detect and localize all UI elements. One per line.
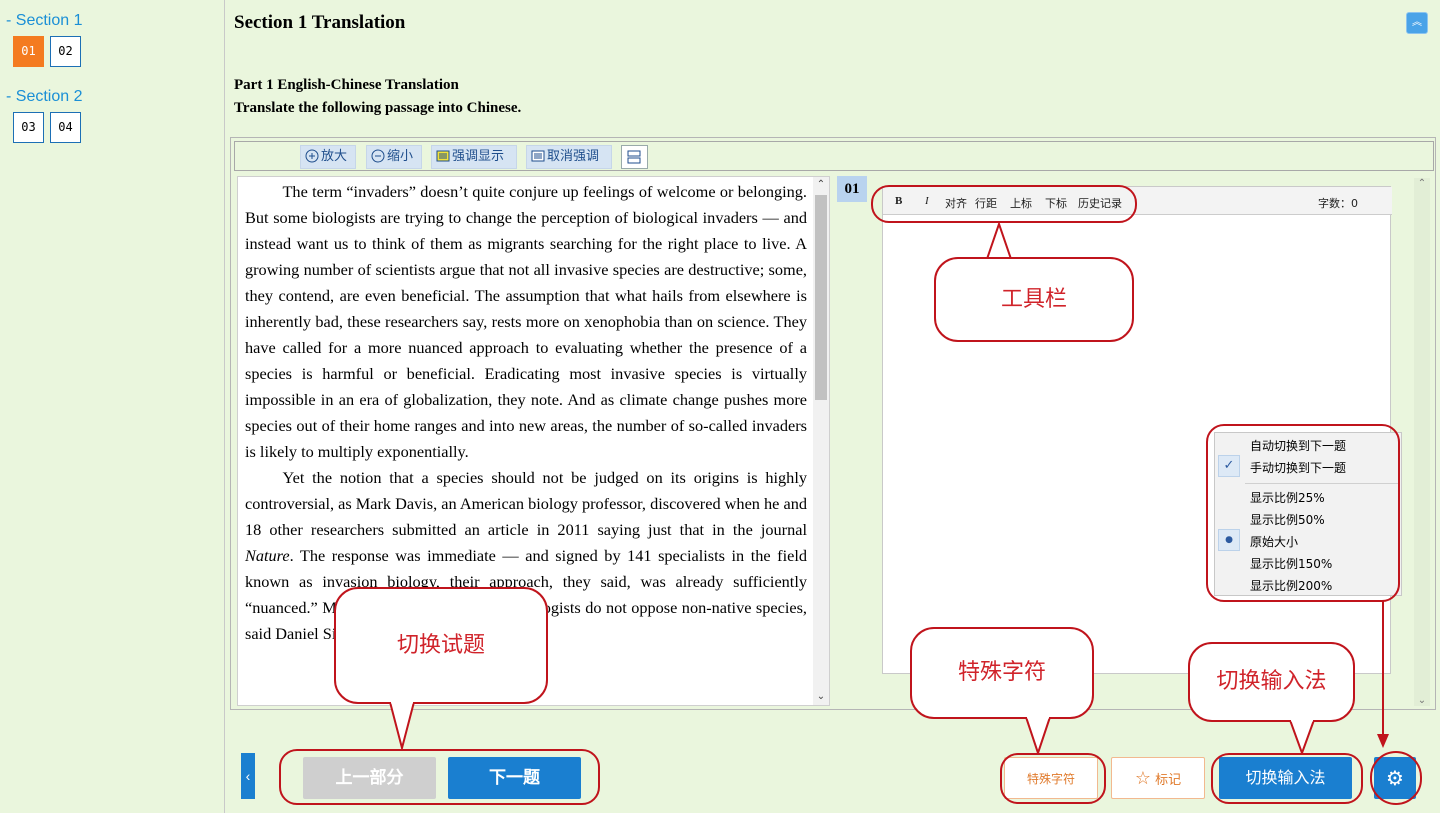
annotation-toolbar-box xyxy=(871,185,1137,223)
annotation-settings-menu-box xyxy=(1206,424,1400,602)
collapse-header-button[interactable]: ︽ xyxy=(1406,12,1428,34)
zoom-out-label: 缩小 xyxy=(387,149,414,164)
question-button-03[interactable]: 03 xyxy=(13,112,44,143)
passage-paragraph-2-part-a: Yet the notion that a species should not… xyxy=(245,468,807,539)
question-button-02[interactable]: 02 xyxy=(50,36,81,67)
annotation-ime-callout: 切换输入法 xyxy=(1188,642,1355,722)
collapse-sidebar-button[interactable]: ‹ xyxy=(241,753,255,799)
star-icon: ☆ xyxy=(1134,768,1151,789)
part-instruction: Translate the following passage into Chi… xyxy=(234,100,522,116)
annotation-ime-tail xyxy=(1289,720,1315,755)
annotation-special-chars-tail xyxy=(1025,717,1051,755)
scroll-down-arrow-icon[interactable]: ⌄ xyxy=(813,689,829,705)
section-1-title[interactable]: - Section 1 xyxy=(6,12,82,30)
zoom-in-label: 放大 xyxy=(321,149,348,164)
question-button-01[interactable]: 01 xyxy=(13,36,44,67)
journal-name: Nature xyxy=(245,546,290,565)
answer-scrollbar[interactable]: ⌃ ⌄ xyxy=(1414,178,1430,706)
reading-toolbar: 放大 缩小 强调显示 取消强调 xyxy=(234,141,1434,171)
split-layout-icon xyxy=(627,150,641,164)
annotation-special-chars-callout: 特殊字符 xyxy=(910,627,1094,719)
answer-scroll-up-icon[interactable]: ⌃ xyxy=(1414,178,1430,189)
scroll-up-arrow-icon[interactable]: ⌃ xyxy=(813,177,829,193)
highlight-label: 强调显示 xyxy=(452,149,505,164)
zoom-out-icon xyxy=(371,149,385,162)
annotation-switch-question-callout: 切换试题 xyxy=(334,587,548,704)
annotation-settings-button-box xyxy=(1370,751,1422,805)
passage-scroll-thumb[interactable] xyxy=(815,195,827,400)
page-title: Section 1 Translation xyxy=(234,12,406,33)
passage-scrollbar[interactable]: ⌃ ⌄ xyxy=(813,177,829,705)
part-title: Part 1 English-Chinese Translation xyxy=(234,77,459,93)
zoom-in-button[interactable]: 放大 xyxy=(300,145,356,169)
passage-text: The term “invaders” doesn’t quite conjur… xyxy=(245,179,807,647)
annotation-ime-box xyxy=(1211,753,1363,804)
mark-button[interactable]: ☆ 标记 xyxy=(1111,757,1205,799)
answer-scroll-down-icon[interactable]: ⌄ xyxy=(1414,695,1430,706)
highlight-icon xyxy=(436,150,450,161)
unhighlight-icon xyxy=(531,150,545,161)
zoom-in-icon xyxy=(305,149,319,162)
passage-paragraph-1: The term “invaders” doesn’t quite conjur… xyxy=(245,182,807,461)
highlight-button[interactable]: 强调显示 xyxy=(431,145,517,169)
annotation-settings-arrow xyxy=(1377,600,1389,748)
question-nav-sidebar: - Section 1 01 02 - Section 2 03 04 xyxy=(0,0,225,813)
zoom-out-button[interactable]: 缩小 xyxy=(366,145,422,169)
chevron-left-icon: ‹ xyxy=(245,768,251,784)
annotation-switch-question-tail xyxy=(389,702,415,750)
section-2-title[interactable]: - Section 2 xyxy=(6,88,82,106)
question-button-04[interactable]: 04 xyxy=(50,112,81,143)
split-layout-button[interactable] xyxy=(621,145,648,169)
exam-window: - Section 1 01 02 - Section 2 03 04 Sect… xyxy=(0,0,1440,813)
double-chevron-up-icon: ︽ xyxy=(1412,17,1422,28)
annotation-special-chars-box xyxy=(1000,753,1106,804)
annotation-toolbar-callout: 工具栏 xyxy=(934,257,1134,342)
unhighlight-label: 取消强调 xyxy=(547,149,600,164)
annotation-switch-question-box xyxy=(279,749,600,805)
annotation-toolbar-tail xyxy=(986,222,1012,260)
mark-label: 标记 xyxy=(1155,773,1182,788)
question-number: 01 xyxy=(837,176,867,202)
unhighlight-button[interactable]: 取消强调 xyxy=(526,145,612,169)
word-count: 字数：0 xyxy=(1318,197,1358,210)
